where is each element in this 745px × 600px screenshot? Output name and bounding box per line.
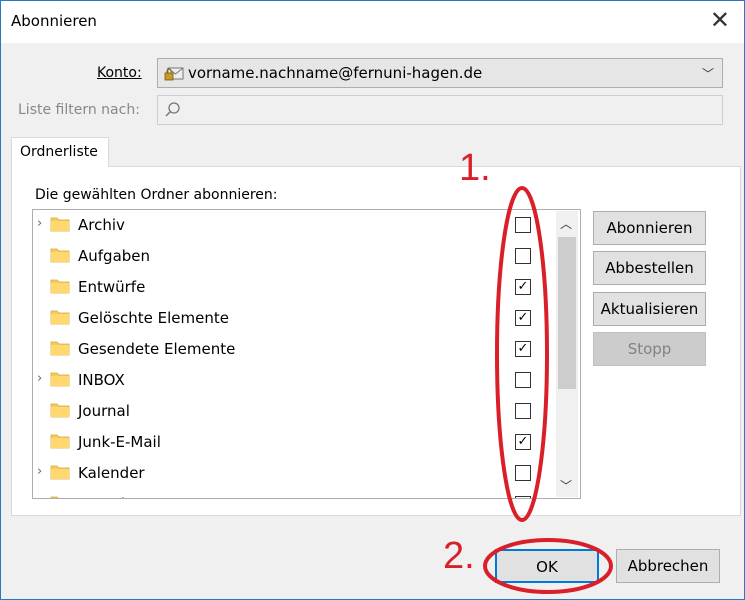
annotation-step-2: 2.: [443, 535, 475, 577]
list-item[interactable]: › Archiv: [33, 210, 580, 241]
subscribe-checkbox[interactable]: [515, 465, 531, 481]
filter-label: Liste filtern nach:: [18, 102, 140, 118]
account-value: vorname.nachname@fernuni-hagen.de: [188, 64, 483, 82]
expand-arrow-icon[interactable]: ›: [37, 216, 42, 231]
stop-button: Stopp: [593, 332, 706, 366]
list-item[interactable]: › Kalender: [33, 458, 580, 489]
window-title: Abonnieren: [11, 12, 97, 30]
subscribe-dialog: Abonnieren ✕ Konto: vorname.nachname@fer…: [0, 0, 745, 600]
filter-input[interactable]: [157, 95, 723, 125]
search-icon: [165, 102, 180, 117]
list-item[interactable]: › INBOX: [33, 365, 580, 396]
list-item[interactable]: › Kontakte: [33, 489, 580, 498]
subscribe-checkbox[interactable]: ✓: [515, 279, 531, 295]
subscribe-checkbox[interactable]: ✓: [515, 341, 531, 357]
subscribe-checkbox[interactable]: [515, 403, 531, 419]
list-heading: Die gewählten Ordner abonnieren:: [35, 187, 278, 203]
expand-arrow-icon[interactable]: ›: [37, 464, 42, 479]
folder-icon: [50, 247, 70, 263]
list-item[interactable]: Entwürfe ✓: [33, 272, 580, 303]
subscribe-checkbox[interactable]: ✓: [515, 310, 531, 326]
chevron-down-icon[interactable]: ﹀: [702, 65, 714, 82]
list-scrollbar[interactable]: ︿ ﹀: [556, 211, 578, 497]
list-item[interactable]: Junk-E-Mail ✓: [33, 427, 580, 458]
account-label: Konto:: [97, 65, 142, 81]
folder-name: Gesendete Elemente: [78, 340, 236, 358]
folder-name: Kalender: [78, 464, 145, 482]
expand-arrow-icon[interactable]: ›: [37, 495, 42, 498]
scroll-down-icon[interactable]: ﹀: [560, 477, 572, 494]
tab-folder-list[interactable]: Ordnerliste: [11, 137, 109, 167]
unsubscribe-button[interactable]: Abbestellen: [593, 251, 706, 285]
refresh-button[interactable]: Aktualisieren: [593, 292, 706, 326]
folder-icon: [50, 309, 70, 325]
annotation-step-1: 1.: [459, 147, 491, 189]
subscribe-checkbox[interactable]: ✓: [515, 434, 531, 450]
subscribe-checkbox[interactable]: [515, 496, 531, 498]
account-label-text: Konto:: [97, 65, 142, 81]
folder-icon: [50, 371, 70, 387]
folder-name: Journal: [78, 402, 130, 420]
ok-button[interactable]: OK: [495, 549, 599, 583]
cancel-button[interactable]: Abbrechen: [616, 549, 720, 583]
folder-icon: [50, 495, 70, 498]
scroll-thumb[interactable]: [558, 237, 576, 389]
subscribe-button[interactable]: Abonnieren: [593, 211, 706, 245]
folder-icon: [50, 340, 70, 356]
scroll-up-icon[interactable]: ︿: [560, 215, 572, 232]
folder-name: Entwürfe: [78, 278, 146, 296]
list-item[interactable]: Aufgaben: [33, 241, 580, 272]
list-item[interactable]: Gelöschte Elemente ✓: [33, 303, 580, 334]
expand-arrow-icon[interactable]: ›: [37, 371, 42, 386]
account-select[interactable]: vorname.nachname@fernuni-hagen.de ﹀: [157, 58, 723, 88]
list-item[interactable]: Gesendete Elemente ✓: [33, 334, 580, 365]
folder-icon: [50, 278, 70, 294]
folder-icon: [50, 433, 70, 449]
folder-icon: [50, 464, 70, 480]
folder-name: Archiv: [78, 216, 125, 234]
folder-icon: [50, 402, 70, 418]
folder-name: Gelöschte Elemente: [78, 309, 229, 327]
subscribe-checkbox[interactable]: [515, 217, 531, 233]
folder-name: Kontakte: [78, 495, 145, 498]
subscribe-checkbox[interactable]: [515, 372, 531, 388]
folder-icon: [50, 216, 70, 232]
list-item[interactable]: Journal: [33, 396, 580, 427]
close-icon[interactable]: ✕: [710, 8, 730, 32]
folder-name: INBOX: [78, 371, 125, 389]
folder-name: Aufgaben: [78, 247, 151, 265]
subscribe-checkbox[interactable]: [515, 248, 531, 264]
folder-list[interactable]: › Archiv Aufgaben Entwürfe ✓ Gelöschte Elemen…: [32, 209, 581, 499]
title-bar: Abonnieren ✕: [1, 1, 744, 43]
folder-name: Junk-E-Mail: [78, 433, 161, 451]
account-icon: [164, 67, 184, 81]
